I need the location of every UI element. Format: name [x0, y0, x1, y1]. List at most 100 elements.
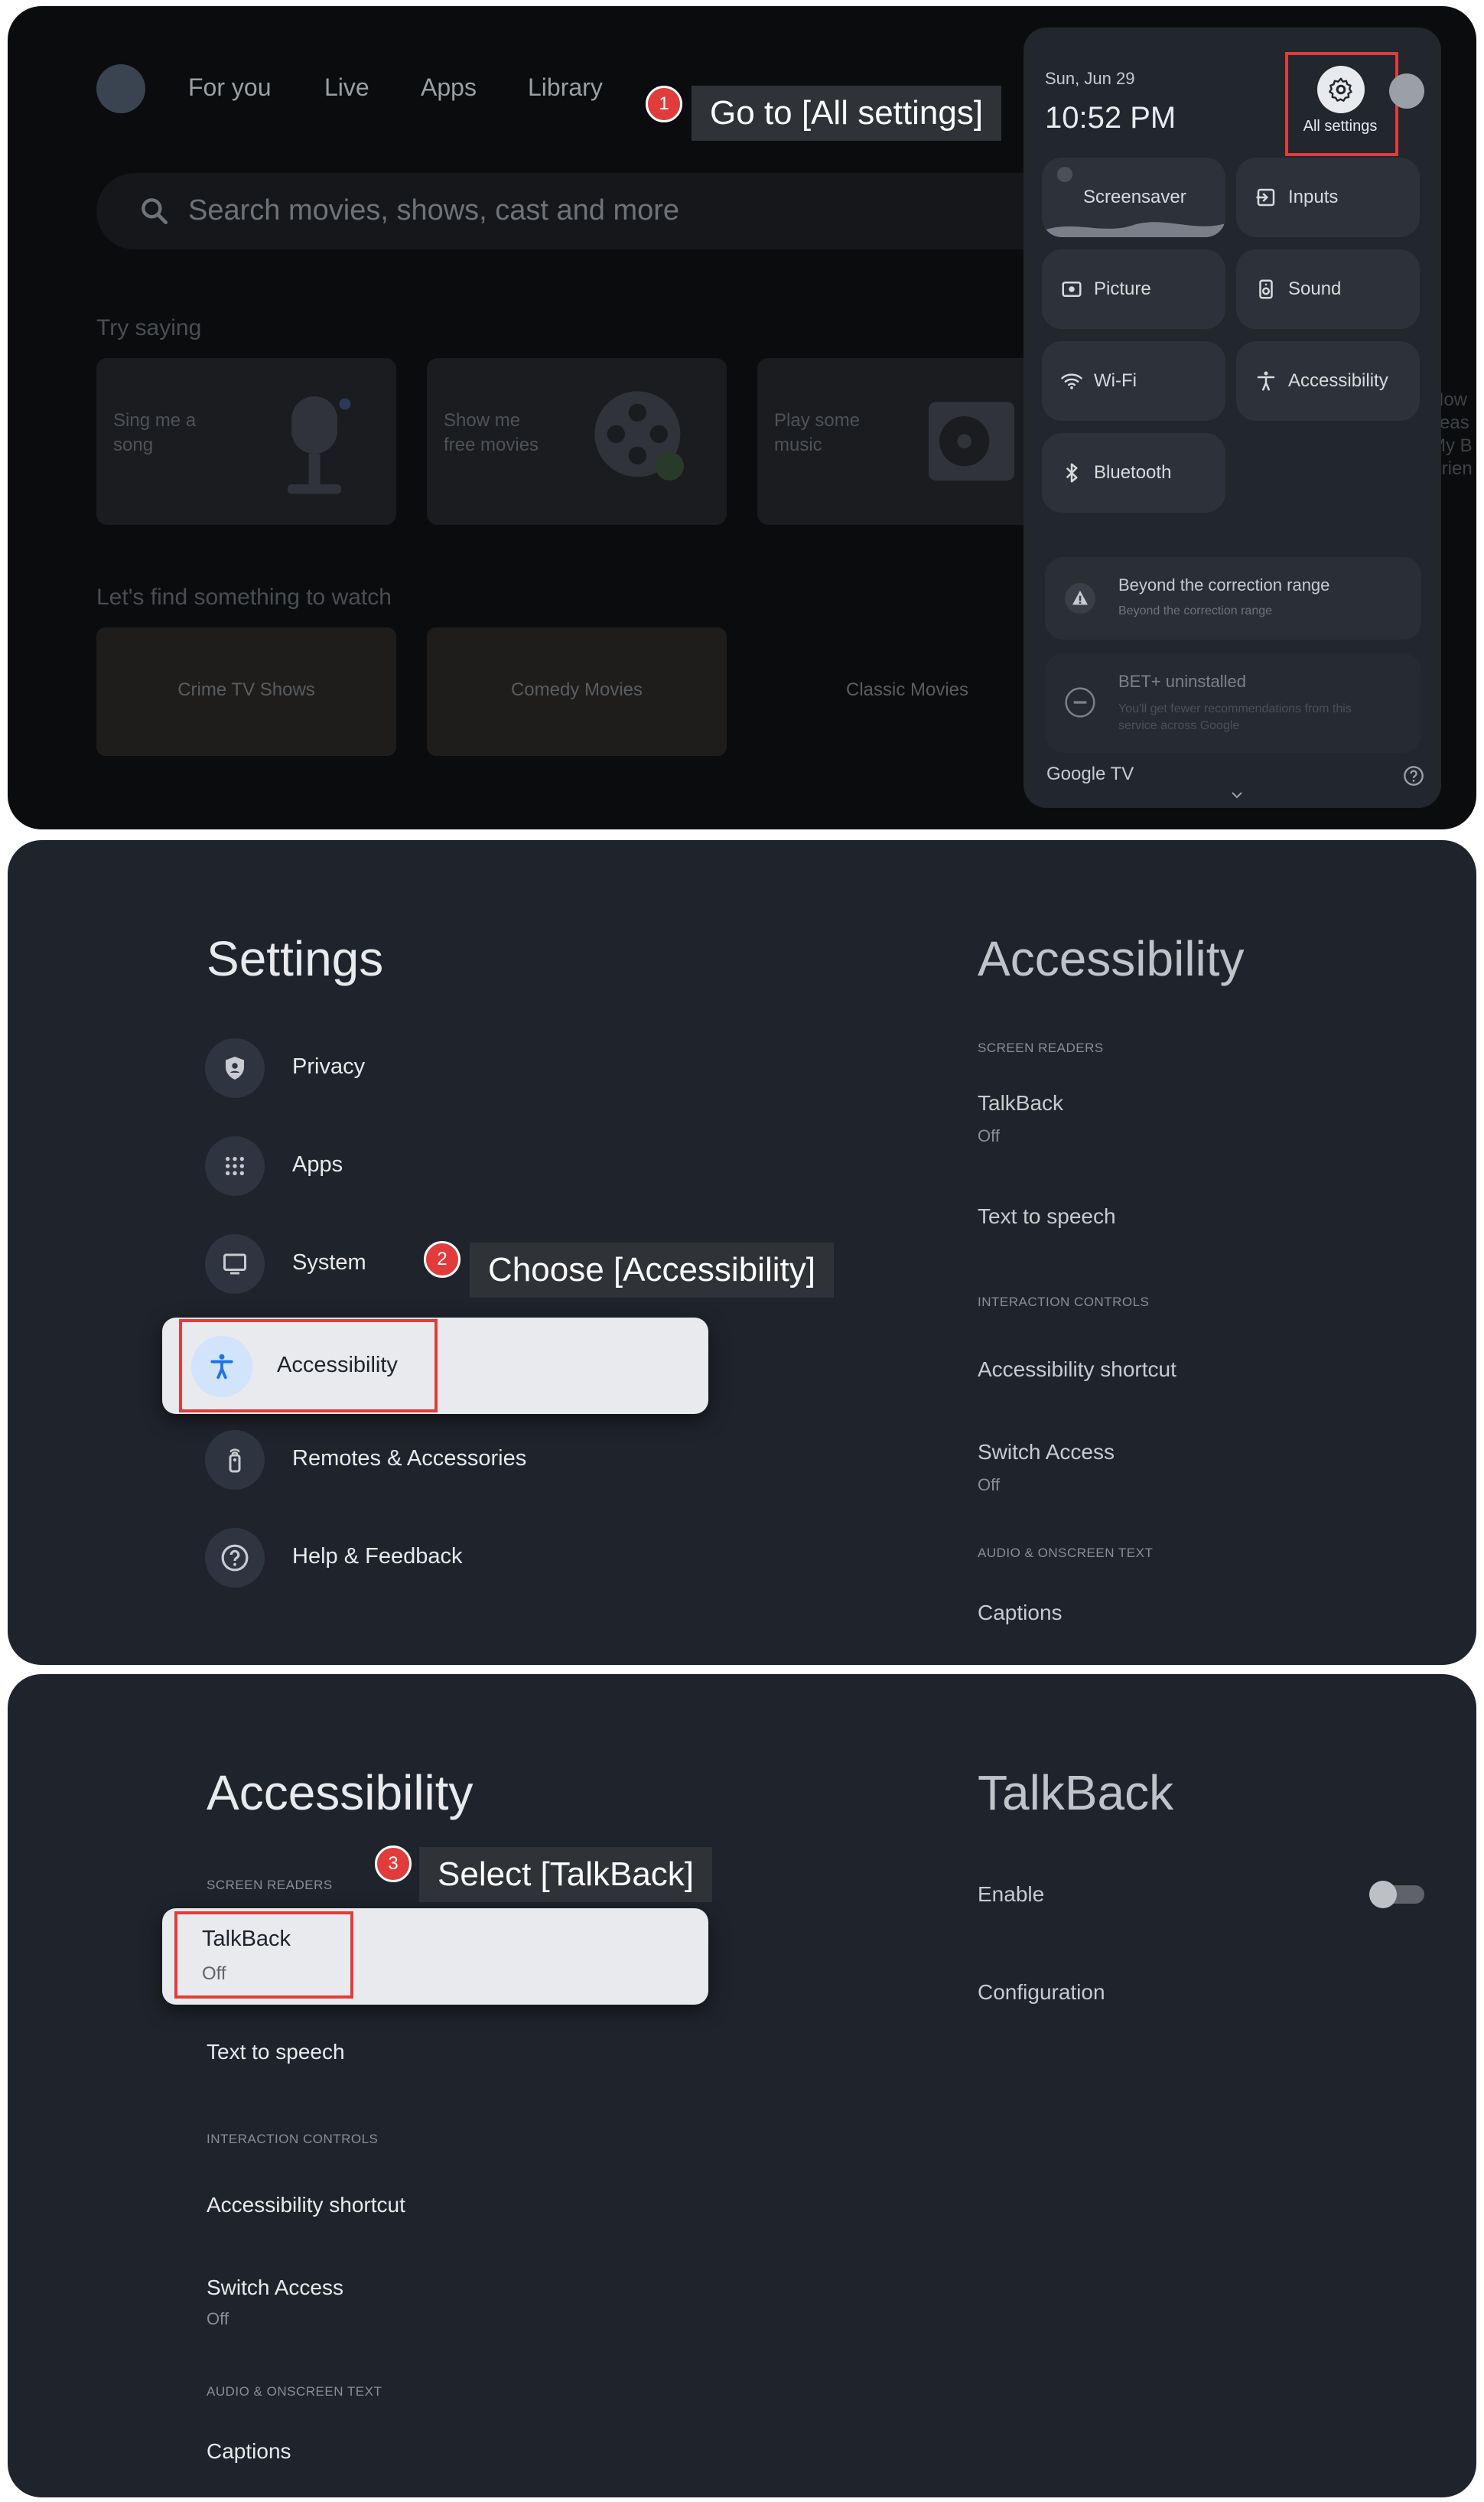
- all-settings-button[interactable]: [1317, 66, 1365, 113]
- movie-category-label: Crime TV Shows: [177, 679, 315, 700]
- suggestion-line2: music: [774, 435, 822, 455]
- movie-category-card[interactable]: Crime TV Shows: [96, 627, 396, 756]
- category-interaction: INTERACTION CONTROLS: [207, 2132, 379, 2146]
- suggestion-line2: free movies: [444, 435, 539, 455]
- bluetooth-icon: [1066, 463, 1078, 483]
- menu-item-privacy[interactable]: Privacy: [205, 1036, 725, 1100]
- wifi-tile[interactable]: Wi-Fi: [1042, 341, 1225, 421]
- suggestion-line1: Show me: [444, 410, 521, 431]
- movie-category-card[interactable]: Classic Movies: [757, 627, 1057, 756]
- accessibility-shortcut-item[interactable]: Accessibility shortcut: [207, 2193, 405, 2217]
- preview-captions: Captions: [978, 1601, 1063, 1624]
- tile-label: Bluetooth: [1094, 462, 1172, 483]
- highlight-box: [179, 1319, 438, 1412]
- help-icon-wrap: [205, 1528, 265, 1588]
- tile-label: Inputs: [1288, 187, 1339, 207]
- menu-item-help[interactable]: Help & Feedback: [205, 1526, 725, 1590]
- help-icon[interactable]: [1403, 765, 1424, 787]
- switch-access-item[interactable]: Switch Access: [207, 2276, 343, 2300]
- google-tv-label: Google TV: [1046, 764, 1134, 784]
- preview-title: TalkBack: [978, 1765, 1174, 1820]
- preview-shortcut: Accessibility shortcut: [978, 1357, 1176, 1381]
- notification-card[interactable]: BET+ uninstalled You'll get fewer recomm…: [1045, 653, 1421, 753]
- account-avatar[interactable]: [1389, 73, 1424, 109]
- preview-switch-access: Switch Access: [978, 1440, 1115, 1464]
- preview-tts: Text to speech: [978, 1204, 1116, 1228]
- nav-apps[interactable]: Apps: [421, 73, 477, 102]
- nav-live[interactable]: Live: [324, 73, 369, 102]
- menu-item-remotes[interactable]: Remotes & Accessories: [205, 1428, 725, 1492]
- qs-date: Sun, Jun 29: [1045, 69, 1135, 88]
- tile-label: Screensaver: [1083, 187, 1186, 207]
- accessibility-tile[interactable]: Accessibility: [1236, 341, 1420, 421]
- screensaver-dot: [1057, 167, 1072, 182]
- suggestion-card[interactable]: Play some music: [757, 358, 1057, 525]
- turntable-icon: [929, 402, 1014, 481]
- menu-item-apps[interactable]: Apps: [205, 1134, 725, 1198]
- picture-icon: [1062, 282, 1082, 297]
- grid-icon: [226, 1157, 244, 1175]
- preview-title: Accessibility: [978, 931, 1245, 986]
- enable-label: Enable: [978, 1882, 1045, 1906]
- search-icon: [142, 198, 168, 225]
- suggestion-card[interactable]: Show me free movies: [427, 358, 727, 525]
- notification-card[interactable]: Beyond the correction range Beyond the c…: [1045, 557, 1421, 640]
- notification-subtitle: service across Google: [1118, 719, 1240, 732]
- movie-category-label: Comedy Movies: [510, 679, 643, 700]
- accessibility-title: Accessibility: [207, 1765, 474, 1820]
- bluetooth-tile[interactable]: Bluetooth: [1042, 433, 1225, 513]
- menu-label: Help & Feedback: [292, 1544, 463, 1569]
- step-instruction: Choose [Accessibility]: [470, 1243, 834, 1298]
- film-reel-icon: [594, 391, 684, 481]
- suggestion-card[interactable]: Sing me a song: [96, 358, 396, 525]
- step-instruction: Select [TalkBack]: [419, 1847, 713, 1902]
- notification-subtitle: Beyond the correction range: [1118, 604, 1273, 617]
- category-interaction: INTERACTION CONTROLS: [978, 1295, 1150, 1309]
- lets-find-heading: Let's find something to watch: [96, 585, 392, 610]
- remote-icon-wrap: [205, 1430, 265, 1490]
- profile-avatar[interactable]: [96, 64, 145, 113]
- screensaver-tile[interactable]: Screensaver: [1042, 158, 1225, 237]
- highlight-box: [174, 1911, 353, 1999]
- suggestion-line2: song: [113, 435, 154, 455]
- captions-item[interactable]: Captions: [207, 2439, 291, 2464]
- step-number-badge: 3: [375, 1846, 412, 1882]
- menu-label: Remotes & Accessories: [292, 1446, 527, 1471]
- text-to-speech-item[interactable]: Text to speech: [207, 2040, 345, 2064]
- preview-talkback-state: Off: [978, 1126, 1000, 1145]
- shield-icon: [226, 1057, 244, 1080]
- remove-icon: [1065, 687, 1095, 718]
- switch-access-state: Off: [207, 2309, 229, 2328]
- step-number-badge: 2: [424, 1241, 460, 1278]
- nav-library[interactable]: Library: [528, 73, 603, 102]
- tile-label: Picture: [1094, 279, 1151, 299]
- settings-panel: Settings Privacy Apps System Accessibili…: [8, 840, 1476, 1665]
- wifi-icon: [1061, 373, 1082, 389]
- gear-icon: [1329, 77, 1352, 102]
- accessibility-icon: [1257, 371, 1275, 391]
- sound-tile[interactable]: Sound: [1236, 249, 1420, 329]
- notification-title: Beyond the correction range: [1118, 575, 1330, 595]
- enable-toggle[interactable]: [1369, 1879, 1430, 1910]
- picture-tile[interactable]: Picture: [1042, 249, 1225, 329]
- remote-icon: [229, 1448, 241, 1473]
- try-saying-heading: Try saying: [96, 315, 202, 340]
- inputs-tile[interactable]: Inputs: [1236, 158, 1420, 237]
- microphone-icon: [288, 396, 351, 494]
- home-screen-panel: For you Live Apps Library Search movies,…: [8, 6, 1476, 829]
- configuration-item[interactable]: Configuration: [978, 1980, 1105, 2005]
- preview-switch-state: Off: [978, 1475, 1000, 1494]
- all-settings-label: All settings: [1303, 118, 1378, 135]
- suggestion-line1: Sing me a: [113, 410, 197, 431]
- category-screen-readers: SCREEN READERS: [207, 1878, 333, 1892]
- toggle-knob: [1369, 1881, 1397, 1908]
- tv-icon: [223, 1253, 246, 1275]
- category-audio: AUDIO & ONSCREEN TEXT: [978, 1546, 1154, 1560]
- nav-for-you[interactable]: For you: [188, 73, 271, 102]
- tile-label: Accessibility: [1288, 370, 1388, 391]
- step-number-badge: 1: [646, 86, 682, 122]
- chevron-down-icon[interactable]: [1230, 790, 1244, 800]
- speaker-icon: [1259, 279, 1273, 299]
- settings-title: Settings: [207, 931, 384, 986]
- movie-category-card[interactable]: Comedy Movies: [427, 627, 727, 756]
